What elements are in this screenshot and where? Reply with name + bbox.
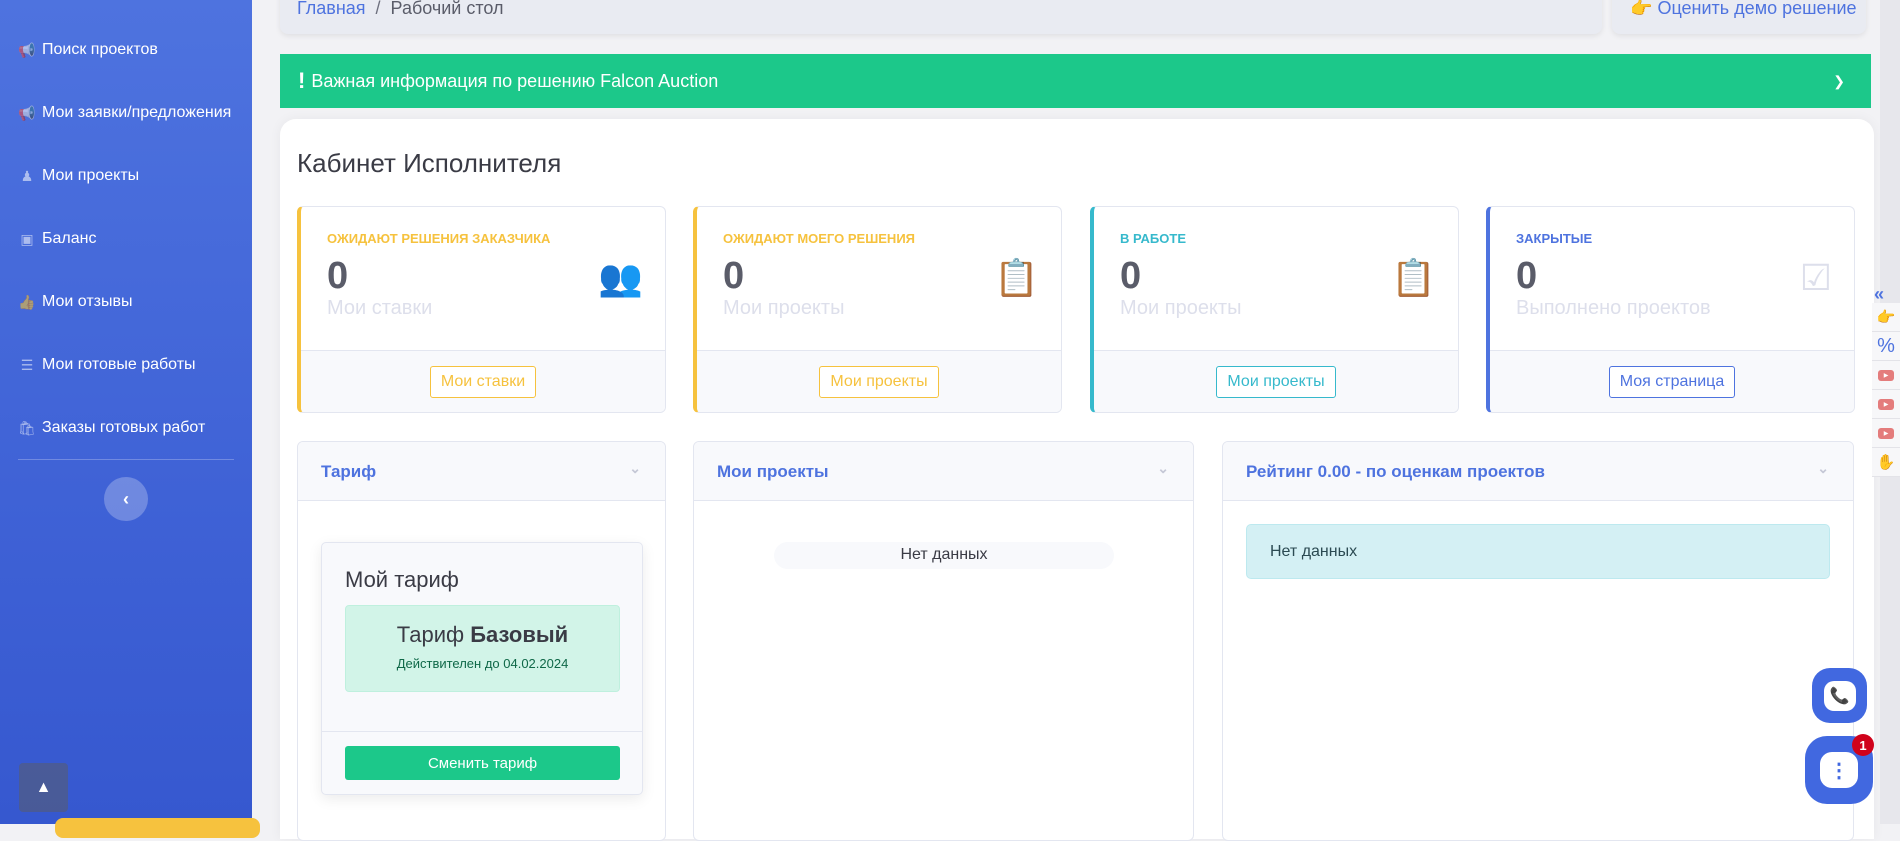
panel-header[interactable]: Мои проекты ⌄ xyxy=(694,442,1193,501)
stat-label: Ожидают моего решения xyxy=(723,231,916,246)
plan-name: Базовый xyxy=(470,622,569,647)
rating-panel: Рейтинг 0.00 - по оценкам проектов ⌄ Нет … xyxy=(1222,441,1854,841)
money-icon: ▣ xyxy=(20,230,34,247)
stat-subtitle: Мои проекты xyxy=(723,297,845,319)
plan-prefix: Тариф xyxy=(396,622,465,647)
chevron-down-icon[interactable]: ⌄ xyxy=(629,460,641,477)
clipboard-list-icon: 📋 xyxy=(1391,257,1436,298)
sidebar-item-label: Мои готовые работы xyxy=(42,356,196,373)
tariff-card: Мой тариф Тариф Базовый Действителен до … xyxy=(321,542,643,795)
sidebar-collapse-button[interactable]: ‹ xyxy=(104,477,148,521)
users-icon: ♟ xyxy=(20,167,34,184)
bag-icon: 🛍 xyxy=(18,419,36,436)
stat-value: 0 xyxy=(723,255,745,297)
panel-title: Мои проекты xyxy=(717,462,829,481)
rate-demo-button[interactable]: 👉 Оценить демо решение xyxy=(1612,0,1866,34)
stat-label: Закрытые xyxy=(1516,231,1593,246)
breadcrumb-home-link[interactable]: Главная xyxy=(297,0,366,18)
thumbs-point-icon: 👉 xyxy=(1630,0,1653,18)
users-icon: 👥 xyxy=(598,257,643,298)
exclamation-icon: ! xyxy=(298,68,306,93)
rate-demo-label: Оценить демо решение xyxy=(1657,0,1857,18)
hand-icon[interactable]: ✋ xyxy=(1872,448,1900,477)
viber-call-button[interactable]: 📞 xyxy=(1812,668,1867,723)
chat-icon: ⋮ xyxy=(1820,752,1858,788)
thumbs-up-icon: 👍 xyxy=(18,293,36,310)
alert-text: Важная информация по решению Falcon Auct… xyxy=(311,70,719,91)
bottom-tab[interactable] xyxy=(55,818,260,838)
right-toolbar: 👉 % ▶ ▶ ▶ ✋ xyxy=(1872,303,1900,477)
sidebar-item-label: Поиск проектов xyxy=(42,41,158,58)
sidebar-item-my-projects[interactable]: ♟ Мои проекты xyxy=(18,167,139,185)
stat-subtitle: Выполнено проектов xyxy=(1516,297,1711,319)
empty-state: Нет данных xyxy=(1246,524,1830,579)
notification-badge: 1 xyxy=(1852,734,1874,756)
stat-value: 0 xyxy=(1120,255,1142,297)
clipboard-check-icon: ☑ xyxy=(1799,257,1832,298)
divider xyxy=(322,731,642,732)
chevron-left-icon: ‹ xyxy=(123,488,129,509)
stat-card-closed: Закрытые 0 Выполнено проектов ☑ Моя стра… xyxy=(1486,206,1855,413)
empty-state: Нет данных xyxy=(774,542,1114,569)
stat-value: 0 xyxy=(327,255,349,297)
sidebar-item-label: Баланс xyxy=(42,230,97,247)
change-tariff-button[interactable]: Сменить тариф xyxy=(345,746,620,780)
chevron-up-icon: ▲ xyxy=(35,778,52,796)
sidebar-divider xyxy=(18,459,234,460)
stat-card-awaiting-client: Ожидают решения заказчика 0 Мои ставки 👥… xyxy=(297,206,666,413)
scroll-to-top-button[interactable]: ▲ xyxy=(19,763,68,812)
plan-valid-until: Действителен до 04.02.2024 xyxy=(396,656,569,671)
list-icon: ☰ xyxy=(20,356,34,373)
breadcrumb-separator: / xyxy=(375,0,381,18)
stat-card-in-progress: В работе 0 Мои проекты 📋 Мои проекты xyxy=(1090,206,1459,413)
thumbs-point-icon[interactable]: 👉 xyxy=(1872,303,1900,332)
sidebar-item-label: Мои отзывы xyxy=(42,293,133,310)
sidebar-item-search-projects[interactable]: 📢 Поиск проектов xyxy=(18,41,158,59)
tariff-info-box: Тариф Базовый Действителен до 04.02.2024 xyxy=(345,605,620,692)
sidebar-item-label: Мои проекты xyxy=(42,167,140,184)
stat-subtitle: Мои ставки xyxy=(327,297,433,319)
page-title: Кабинет Исполнителя xyxy=(297,148,562,178)
chevron-down-icon: ❯ xyxy=(1833,72,1845,89)
panel-title: Рейтинг 0.00 - по оценкам проектов xyxy=(1246,462,1545,481)
my-projects-button[interactable]: Мои проекты xyxy=(819,365,939,398)
megaphone-icon: 📢 xyxy=(18,41,36,58)
sidebar-item-reviews[interactable]: 👍 Мои отзывы xyxy=(18,293,133,311)
stat-label: Ожидают решения заказчика xyxy=(327,231,551,246)
tariff-card-title: Мой тариф xyxy=(345,567,459,592)
sidebar-item-balance[interactable]: ▣ Баланс xyxy=(18,230,96,248)
youtube-icon[interactable]: ▶ xyxy=(1872,361,1900,390)
my-page-button[interactable]: Моя страница xyxy=(1608,365,1736,398)
panel-title: Тариф xyxy=(321,462,377,481)
my-projects-panel: Мои проекты ⌄ Нет данных xyxy=(693,441,1194,841)
breadcrumb: Главная / Рабочий стол xyxy=(280,0,1602,34)
sidebar-item-label: Мои заявки/предложения xyxy=(42,104,232,121)
youtube-icon[interactable]: ▶ xyxy=(1872,390,1900,419)
stat-card-awaiting-me: Ожидают моего решения 0 Мои проекты 📋 Мо… xyxy=(693,206,1062,413)
stat-label: В работе xyxy=(1120,231,1186,246)
sidebar: 📢 Поиск проектов 📢 Мои заявки/предложения … xyxy=(0,0,252,824)
megaphone-icon: 📢 xyxy=(18,104,36,121)
important-info-alert[interactable]: ! Важная информация по решению Falcon Au… xyxy=(280,54,1871,108)
panel-header[interactable]: Тариф ⌄ xyxy=(298,442,665,501)
my-projects-button[interactable]: Мои проекты xyxy=(1216,365,1336,398)
my-bids-button[interactable]: Мои ставки xyxy=(429,365,537,398)
panel-header[interactable]: Рейтинг 0.00 - по оценкам проектов ⌄ xyxy=(1223,442,1853,501)
chevron-down-icon[interactable]: ⌄ xyxy=(1817,460,1829,477)
sidebar-item-label: Заказы готовых работ xyxy=(42,419,206,436)
clipboard-icon: 📋 xyxy=(994,257,1039,298)
breadcrumb-current: Рабочий стол xyxy=(390,0,504,18)
youtube-icon[interactable]: ▶ xyxy=(1872,419,1900,448)
sidebar-item-ready-orders[interactable]: 🛍 Заказы готовых работ xyxy=(18,419,205,437)
phone-icon: 📞 xyxy=(1823,680,1856,711)
stat-value: 0 xyxy=(1516,255,1538,297)
double-chevron-left-icon[interactable]: « xyxy=(1874,284,1884,305)
tariff-panel: Тариф ⌄ Мой тариф Тариф Базовый Действите… xyxy=(297,441,666,841)
percent-icon[interactable]: % xyxy=(1872,332,1900,361)
stat-subtitle: Мои проекты xyxy=(1120,297,1242,319)
chevron-down-icon[interactable]: ⌄ xyxy=(1157,460,1169,477)
sidebar-item-ready-works[interactable]: ☰ Мои готовые работы xyxy=(18,356,196,374)
sidebar-item-my-bids[interactable]: 📢 Мои заявки/предложения xyxy=(18,104,231,122)
